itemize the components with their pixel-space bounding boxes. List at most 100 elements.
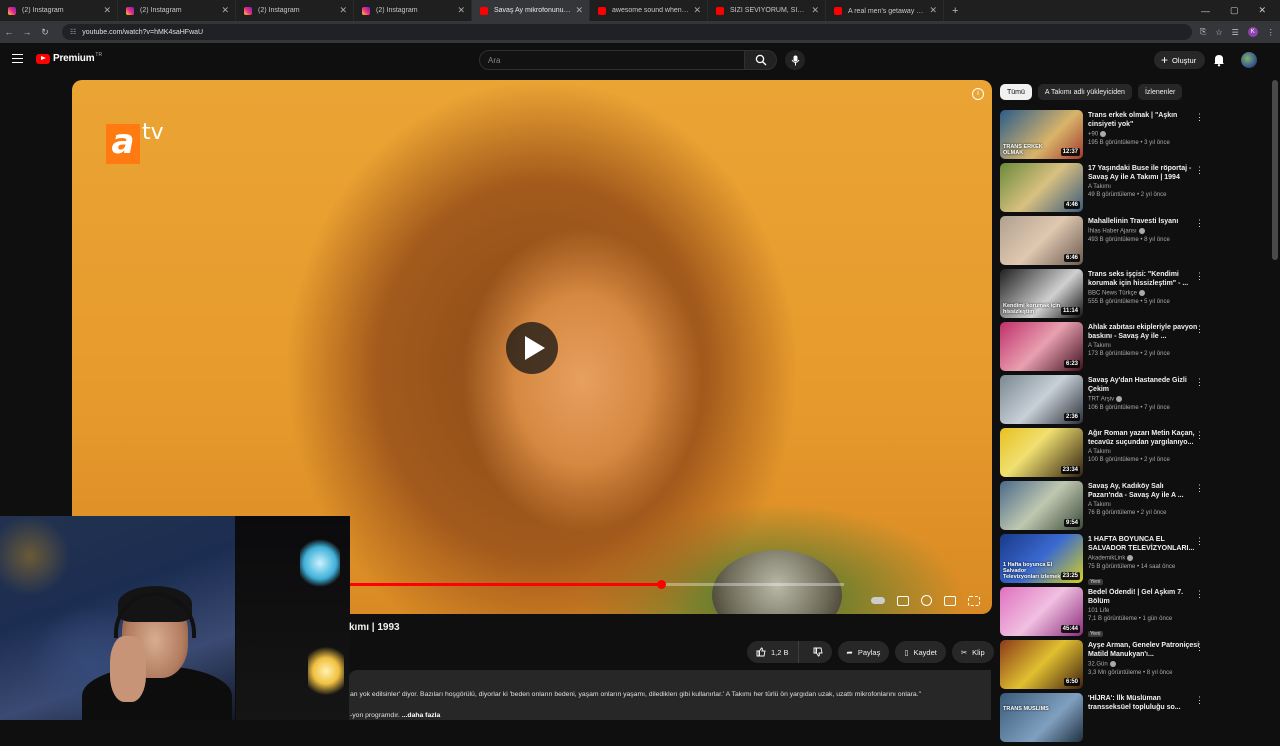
scrollbar-thumb[interactable] [1272,80,1278,260]
browser-tab[interactable]: (2) Instagram ✕ [354,0,472,21]
related-video-item[interactable]: TRANS ERKEK OLMAK 12:37 Trans erkek olmak … [1000,110,1210,163]
channel-name[interactable]: 101 Life [1088,608,1109,614]
video-options-icon[interactable]: ⋮ [1195,165,1204,176]
close-tab-icon[interactable]: ✕ [575,5,583,16]
browser-menu-icon[interactable]: ⋮ [1267,28,1275,37]
close-tab-icon[interactable]: ✕ [693,5,701,16]
bookmark-star-icon[interactable]: ☆ [1215,28,1222,37]
save-button[interactable]: ▯ Kaydet [895,641,946,663]
browser-tab[interactable]: (2) Instagram ✕ [118,0,236,21]
hamburger-menu-icon[interactable] [12,54,23,63]
related-video-title[interactable]: Trans erkek olmak | "Aşkın cinsiyeti yok… [1088,111,1200,129]
close-tab-icon[interactable]: ✕ [221,5,229,16]
video-thumbnail[interactable]: 6:23 [1000,322,1083,371]
show-more-link[interactable]: ...daha fazla [402,712,441,719]
subtitles-icon[interactable] [897,595,909,606]
related-video-title[interactable]: Ayşe Arman, Genelev Patroniçesi Matild M… [1088,641,1200,659]
search-input[interactable]: Ara [479,50,745,70]
close-window-icon[interactable]: ✕ [1258,5,1266,16]
video-thumbnail[interactable]: 1 Hafta boyunca El Salvador Televizyonla… [1000,534,1083,583]
related-video-title[interactable]: Ahlak zabıtası ekipleriyle pavyon baskın… [1088,323,1200,341]
video-options-icon[interactable]: ⋮ [1195,430,1204,441]
video-options-icon[interactable]: ⋮ [1195,324,1204,335]
channel-name[interactable]: A Takımı [1088,502,1111,508]
video-thumbnail[interactable]: 6:50 [1000,640,1083,689]
maximize-icon[interactable]: ▢ [1230,5,1239,16]
video-thumbnail[interactable]: TRANS MUSLIMS [1000,693,1083,742]
minimize-icon[interactable]: — [1201,6,1210,16]
channel-name[interactable]: +90 [1088,132,1098,138]
channel-name[interactable]: A Takımı [1088,343,1111,349]
related-video-item[interactable]: 45:44 Bedel Ödendi! | Gel Aşkım 7. Bölüm 1… [1000,587,1210,640]
video-thumbnail[interactable]: TRANS ERKEK OLMAK 12:37 [1000,110,1083,159]
related-video-title[interactable]: Mahallelinin Travesti İsyanı [1088,217,1200,226]
search-button[interactable] [745,50,777,70]
like-button[interactable]: 1,2 B [747,641,799,663]
account-avatar[interactable] [1241,52,1257,68]
filter-chip[interactable]: İzlenenler [1137,84,1183,100]
forward-icon[interactable]: → [18,27,36,37]
close-tab-icon[interactable]: ✕ [457,5,465,16]
video-options-icon[interactable]: ⋮ [1195,271,1204,282]
reload-icon[interactable]: ↻ [36,27,54,38]
related-video-item[interactable]: 9:54 Savaş Ay, Kadıköy Salı Pazarı'nda - … [1000,481,1210,534]
browser-tab[interactable]: (2) Instagram ✕ [0,0,118,21]
related-video-item[interactable]: 2:36 Savaş Ay'dan Hastanede Gizli Çekim TR… [1000,375,1210,428]
back-icon[interactable]: ← [0,27,18,37]
close-tab-icon[interactable]: ✕ [811,5,819,16]
related-video-title[interactable]: Trans seks işçisi: "Kendimi korumak için… [1088,270,1200,288]
video-options-icon[interactable]: ⋮ [1195,112,1204,123]
related-video-item[interactable]: 23:34 Ağır Roman yazarı Metin Kaçan, teca… [1000,428,1210,481]
related-video-title[interactable]: Ağır Roman yazarı Metin Kaçan, tecavüz s… [1088,429,1200,447]
new-tab-button[interactable]: + [952,5,958,17]
extensions-icon[interactable]: ☰ [1232,28,1239,37]
video-thumbnail[interactable]: 4:46 [1000,163,1083,212]
close-tab-icon[interactable]: ✕ [339,5,347,16]
channel-name[interactable]: AkademikLink [1088,556,1125,562]
browser-tab[interactable]: Savaş Ay mikrofonunu trav... ✕ [472,0,590,21]
video-options-icon[interactable]: ⋮ [1195,218,1204,229]
dislike-button[interactable] [804,641,832,663]
browser-tab[interactable]: awesome sound when mammoth...✕ [590,0,708,21]
page-scrollbar[interactable] [1272,80,1278,720]
description-box[interactable]: an yok edilsinler' diyor. Bazıları hoşgö… [349,670,991,720]
settings-gear-icon[interactable] [921,595,932,606]
video-thumbnail[interactable]: 2:36 [1000,375,1083,424]
related-video-title[interactable]: 1 HAFTA BOYUNCA EL SALVADOR TELEVİZYONLA… [1088,535,1200,553]
related-video-title[interactable]: 17 Yaşındaki Buse ile röportaj - Savaş A… [1088,164,1200,182]
related-video-item[interactable]: 6:50 Ayşe Arman, Genelev Patroniçesi Mati… [1000,640,1210,693]
video-thumbnail[interactable]: 9:54 [1000,481,1083,530]
browser-tab[interactable]: (2) Instagram ✕ [236,0,354,21]
browser-tab[interactable]: SİZİ SEVİYORUM, SİZİ SEVİYORUM... ✕ [708,0,826,21]
video-options-icon[interactable]: ⋮ [1195,483,1204,494]
related-video-item[interactable]: Kendimi korumak için hissizleştim 11:14 Tr… [1000,269,1210,322]
related-video-item[interactable]: 4:46 17 Yaşındaki Buse ile röportaj - Sav… [1000,163,1210,216]
related-video-item[interactable]: 6:46 Mahallelinin Travesti İsyanı İhlas Ha… [1000,216,1210,269]
clip-button[interactable]: ✂ Klip [951,641,994,663]
channel-name[interactable]: A Takımı [1088,449,1111,455]
video-options-icon[interactable]: ⋮ [1195,589,1204,600]
fullscreen-icon[interactable] [968,595,980,606]
autoplay-toggle[interactable] [871,597,885,604]
info-icon[interactable]: i [972,88,984,100]
create-button[interactable]: + Oluştur [1154,51,1206,69]
install-app-icon[interactable]: ⎘ [1200,27,1206,37]
related-video-title[interactable]: Savaş Ay, Kadıköy Salı Pazarı'nda - Sava… [1088,482,1200,500]
related-video-item[interactable]: 1 Hafta boyunca El Salvador Televizyonla… [1000,534,1210,587]
channel-name[interactable]: A Takımı [1088,184,1111,190]
related-video-title[interactable]: Bedel Ödendi! | Gel Aşkım 7. Bölüm [1088,588,1200,606]
youtube-premium-logo[interactable]: Premium TR [36,52,102,64]
video-thumbnail[interactable]: 6:46 [1000,216,1083,265]
video-options-icon[interactable]: ⋮ [1195,642,1204,653]
related-video-title[interactable]: 'HİJRA': İlk Müslüman transseksüel toplu… [1088,694,1200,712]
related-video-title[interactable]: Savaş Ay'dan Hastanede Gizli Çekim [1088,376,1200,394]
progress-bar[interactable] [350,580,844,589]
play-button[interactable] [506,322,558,374]
channel-name[interactable]: TRT Arşiv [1088,397,1114,403]
video-options-icon[interactable]: ⋮ [1195,377,1204,388]
share-button[interactable]: ➦ Paylaş [837,641,890,663]
site-info-icon[interactable]: ☷ [70,28,76,36]
video-options-icon[interactable]: ⋮ [1195,695,1204,706]
miniplayer-icon[interactable] [944,595,956,606]
video-thumbnail[interactable]: 23:34 [1000,428,1083,477]
